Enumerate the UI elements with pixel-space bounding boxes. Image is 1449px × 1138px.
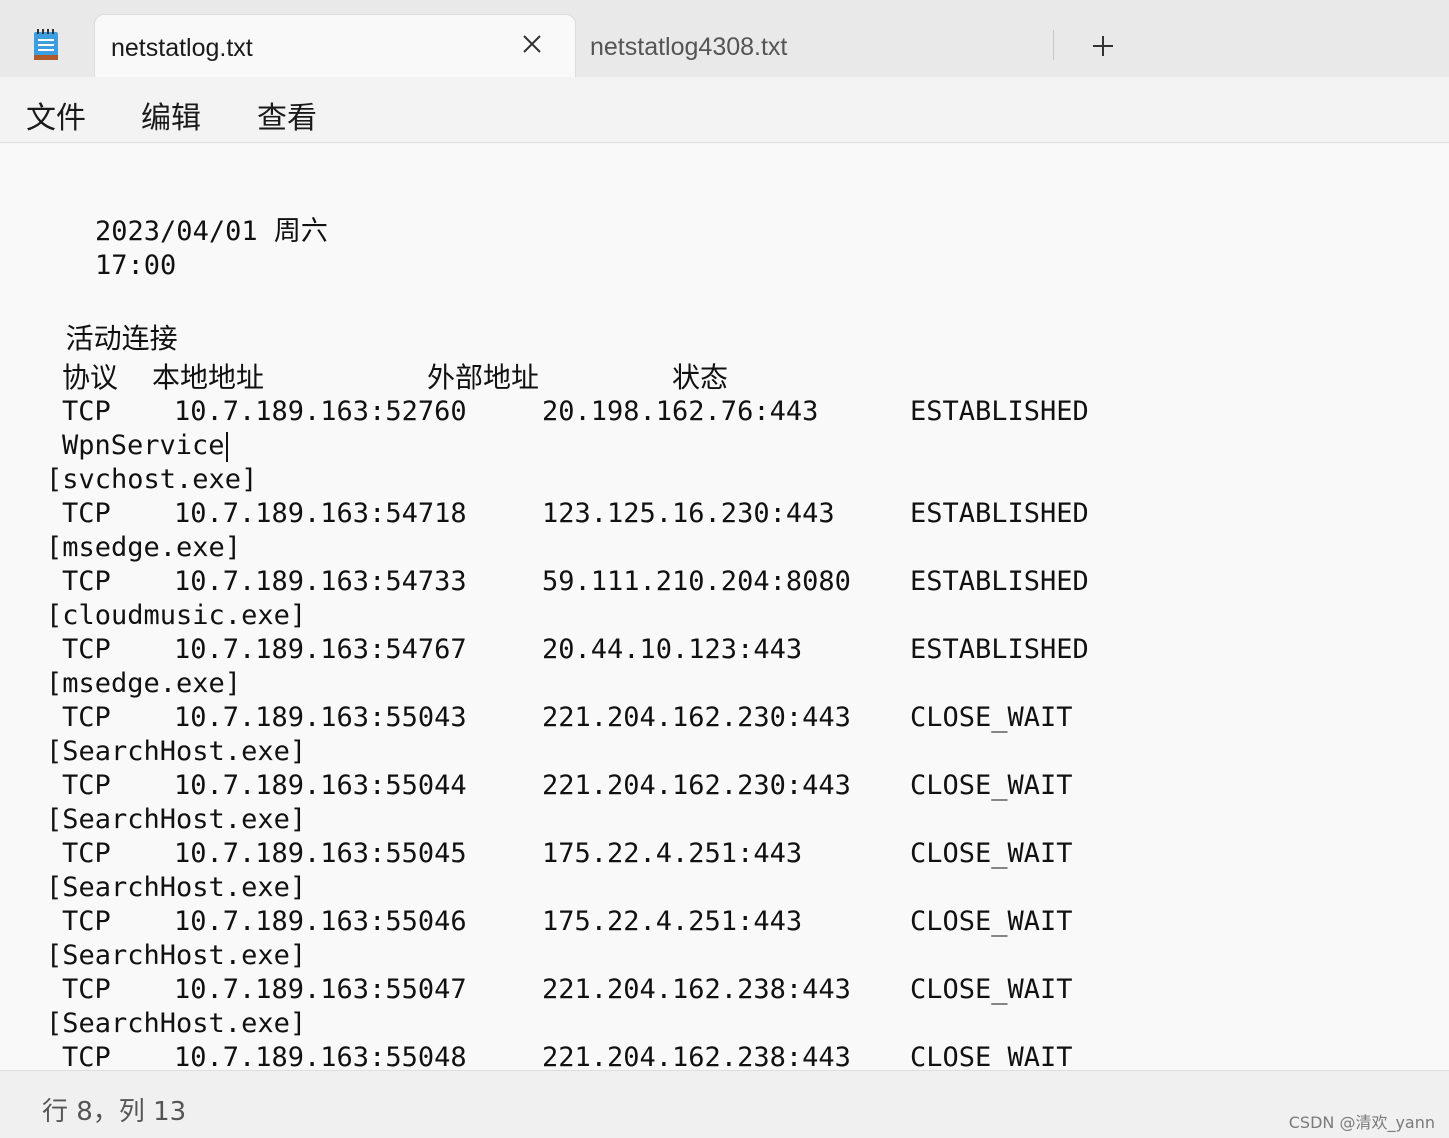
foreign-address-cell: 175.22.4.251:443 — [542, 838, 803, 869]
connection-row: TCP 10.7.189.163:55044 221.204.162.230:443… — [30, 769, 1130, 803]
time-line: 17:00 — [30, 215, 176, 281]
foreign-address-cell: 221.204.162.230:443 — [542, 702, 851, 733]
local-address-cell: 10.7.189.163:55046 — [174, 906, 467, 937]
foreign-address-cell: 123.125.16.230:443 — [542, 498, 835, 529]
local-address-cell: 10.7.189.163:52760 — [174, 396, 467, 427]
state-cell: CLOSE_WAIT — [910, 702, 1073, 733]
local-address-cell: 10.7.189.163:55044 — [174, 770, 467, 801]
status-bar: 行 8，列 13 CSDN @清欢_yann — [0, 1070, 1449, 1138]
heading-text: 活动连接 — [65, 322, 178, 355]
menu-view[interactable]: 查看 — [257, 93, 317, 137]
protocol-cell: TCP — [62, 838, 111, 869]
process-line: [SearchHost.exe] — [46, 736, 307, 767]
time-text: 17:00 — [95, 250, 177, 281]
foreign-address-cell: 221.204.162.238:443 — [542, 1042, 851, 1070]
column-header-line: 协议 本地地址 外部地址 状态 — [30, 361, 1030, 395]
local-address-cell: 10.7.189.163:55045 — [174, 838, 467, 869]
process-line: [svchost.exe] — [46, 464, 258, 495]
foreign-address-cell: 221.204.162.238:443 — [542, 974, 851, 1005]
state-cell: CLOSE_WAIT — [910, 770, 1073, 801]
protocol-cell: TCP — [62, 634, 111, 665]
connection-row: TCP 10.7.189.163:55047 221.204.162.238:443… — [30, 973, 1130, 1007]
state-cell: CLOSE_WAIT — [910, 974, 1073, 1005]
column-foreign-address: 外部地址 — [427, 361, 540, 394]
notepad-icon — [34, 29, 58, 60]
menu-edit[interactable]: 编辑 — [141, 93, 201, 137]
process-line: [SearchHost.exe] — [46, 804, 307, 835]
protocol-cell: TCP — [62, 702, 111, 733]
local-address-cell: 10.7.189.163:54767 — [174, 634, 467, 665]
protocol-cell: TCP — [62, 498, 111, 529]
state-cell: CLOSE_WAIT — [910, 838, 1073, 869]
connection-row: TCP 10.7.189.163:55046 175.22.4.251:443 CLO… — [30, 905, 1130, 939]
service-line: WpnService — [62, 429, 228, 463]
text-editor[interactable]: 2023/04/01 周六 17:00 活动连接 协议 本地地址 外部地址 状态… — [0, 143, 1449, 1070]
text-caret — [225, 431, 228, 462]
close-icon[interactable] — [519, 31, 545, 57]
column-local-address: 本地地址 — [152, 361, 265, 394]
foreign-address-cell: 221.204.162.230:443 — [542, 770, 851, 801]
tab-netstatlog4308[interactable]: netstatlog4308.txt — [576, 14, 1056, 77]
connection-row: TCP 10.7.189.163:55045 175.22.4.251:443 CLO… — [30, 837, 1130, 871]
tab-divider — [1053, 30, 1054, 60]
state-cell: ESTABLISHED — [910, 498, 1089, 529]
process-line: [SearchHost.exe] — [46, 940, 307, 971]
connection-row: TCP 10.7.189.163:54718 123.125.16.230:443 E… — [30, 497, 1130, 531]
protocol-cell: TCP — [62, 974, 111, 1005]
watermark-text: CSDN @清欢_yann — [1288, 1113, 1435, 1132]
protocol-cell: TCP — [62, 396, 111, 427]
tab-label: netstatlog.txt — [111, 34, 253, 62]
state-cell: CLOSE_WAIT — [910, 1042, 1073, 1070]
protocol-cell: TCP — [62, 1042, 111, 1070]
foreign-address-cell: 59.111.210.204:8080 — [542, 566, 851, 597]
local-address-cell: 10.7.189.163:54733 — [174, 566, 467, 597]
foreign-address-cell: 175.22.4.251:443 — [542, 906, 803, 937]
protocol-cell: TCP — [62, 906, 111, 937]
local-address-cell: 10.7.189.163:55048 — [174, 1042, 467, 1070]
connection-row: TCP 10.7.189.163:54733 59.111.210.204:8080… — [30, 565, 1130, 599]
foreign-address-cell: 20.44.10.123:443 — [542, 634, 803, 665]
menu-bar: 文件 编辑 查看 — [0, 77, 1449, 143]
state-cell: ESTABLISHED — [910, 396, 1089, 427]
process-line: [msedge.exe] — [46, 668, 242, 699]
process-line: [SearchHost.exe] — [46, 872, 307, 903]
service-name: WpnService — [62, 430, 225, 461]
cursor-position: 行 8，列 13 — [42, 1097, 187, 1127]
heading-line: 活动连接 — [30, 288, 178, 355]
process-line: [cloudmusic.exe] — [46, 600, 307, 631]
menu-file[interactable]: 文件 — [26, 93, 86, 137]
connection-row: TCP 10.7.189.163:55048 221.204.162.238:443… — [30, 1041, 1130, 1070]
connection-row: TCP 10.7.189.163:55043 221.204.162.230:443… — [30, 701, 1130, 735]
tab-netstatlog[interactable]: netstatlog.txt — [94, 14, 576, 77]
protocol-cell: TCP — [62, 566, 111, 597]
plus-icon[interactable] — [1087, 30, 1119, 62]
process-line: [SearchHost.exe] — [46, 1008, 307, 1039]
protocol-cell: TCP — [62, 770, 111, 801]
connection-row: TCP 10.7.189.163:54767 20.44.10.123:443 EST… — [30, 633, 1130, 667]
state-cell: CLOSE_WAIT — [910, 906, 1073, 937]
foreign-address-cell: 20.198.162.76:443 — [542, 396, 819, 427]
process-line: [msedge.exe] — [46, 532, 242, 563]
local-address-cell: 10.7.189.163:55047 — [174, 974, 467, 1005]
column-protocol: 协议 — [62, 361, 119, 394]
title-bar: netstatlog.txt netstatlog4308.txt — [0, 0, 1449, 77]
state-cell: ESTABLISHED — [910, 566, 1089, 597]
local-address-cell: 10.7.189.163:55043 — [174, 702, 467, 733]
state-cell: ESTABLISHED — [910, 634, 1089, 665]
date-line: 2023/04/01 周六 — [30, 181, 328, 247]
local-address-cell: 10.7.189.163:54718 — [174, 498, 467, 529]
tab-label: netstatlog4308.txt — [590, 33, 788, 61]
connection-row: TCP 10.7.189.163:52760 20.198.162.76:443 ES… — [30, 395, 1130, 429]
column-state: 状态 — [672, 361, 729, 394]
